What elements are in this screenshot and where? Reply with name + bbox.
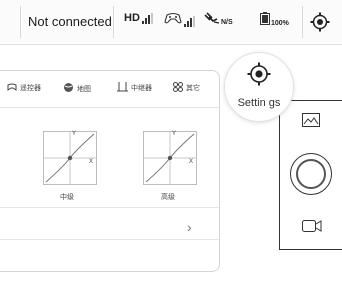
battery-icon bbox=[260, 12, 270, 28]
divider bbox=[302, 6, 303, 38]
divider bbox=[113, 6, 114, 38]
y-axis-label: Y bbox=[172, 131, 177, 137]
camera-panel bbox=[279, 100, 342, 250]
remote-controller-icon bbox=[7, 82, 17, 94]
satellite-icon bbox=[204, 12, 220, 27]
gear-icon[interactable] bbox=[310, 12, 330, 37]
more-grid-icon bbox=[173, 82, 183, 94]
settings-panel: 遥控器 地图 中继器 其它 Y X 中级 Y X 高级 › bbox=[0, 70, 220, 272]
tab-more[interactable]: 其它 bbox=[173, 82, 200, 94]
tab-repeater[interactable]: 中继器 bbox=[117, 82, 152, 94]
battery-percent: 100% bbox=[271, 20, 289, 27]
chevron-right-icon[interactable]: › bbox=[187, 219, 192, 235]
tab-map[interactable]: 地图 bbox=[63, 82, 91, 95]
tab-label: 其它 bbox=[186, 85, 200, 92]
gear-icon bbox=[247, 62, 271, 93]
x-axis-label: X bbox=[189, 159, 194, 165]
gps-label: N/S bbox=[221, 19, 233, 26]
remote-controller-icon bbox=[164, 12, 182, 27]
divider bbox=[20, 6, 21, 38]
tab-label: 地图 bbox=[77, 85, 91, 93]
tab-label: 遥控器 bbox=[20, 85, 41, 92]
tab-bar: 遥控器 地图 中继器 其它 bbox=[0, 71, 219, 108]
sensitivity-label-high: 高级 bbox=[161, 194, 175, 201]
tab-label: 中继器 bbox=[131, 85, 152, 92]
image-icon[interactable] bbox=[302, 113, 320, 132]
sensitivity-label-medium: 中级 bbox=[60, 194, 74, 201]
divider bbox=[0, 207, 219, 208]
signal-bars-icon bbox=[184, 16, 195, 27]
video-camera-icon[interactable] bbox=[302, 219, 322, 238]
tab-remote-controller[interactable]: 遥控器 bbox=[7, 82, 41, 94]
globe-icon bbox=[63, 82, 74, 95]
battery-status: 100% bbox=[260, 12, 289, 28]
sensitivity-curve-medium[interactable]: Y X bbox=[43, 131, 97, 185]
signal-bars-icon bbox=[141, 13, 153, 24]
repeater-icon bbox=[117, 82, 128, 94]
status-bar: Not connected HD N/S 100% bbox=[0, 0, 342, 45]
connection-status: Not connected bbox=[28, 14, 112, 29]
y-axis-label: Y bbox=[72, 131, 77, 137]
x-axis-label: X bbox=[89, 159, 94, 165]
rc-signal bbox=[164, 12, 195, 27]
video-link-signal: HD bbox=[124, 12, 153, 24]
hd-label: HD bbox=[124, 12, 140, 24]
shutter-inner bbox=[296, 159, 326, 189]
shutter-button-icon[interactable] bbox=[290, 153, 332, 195]
settings-tooltip[interactable]: Settin gs bbox=[224, 52, 294, 122]
divider bbox=[0, 239, 219, 240]
settings-label: Settin gs bbox=[237, 97, 281, 109]
sensitivity-curve-high[interactable]: Y X bbox=[143, 131, 197, 185]
gps-status: N/S bbox=[204, 12, 233, 27]
